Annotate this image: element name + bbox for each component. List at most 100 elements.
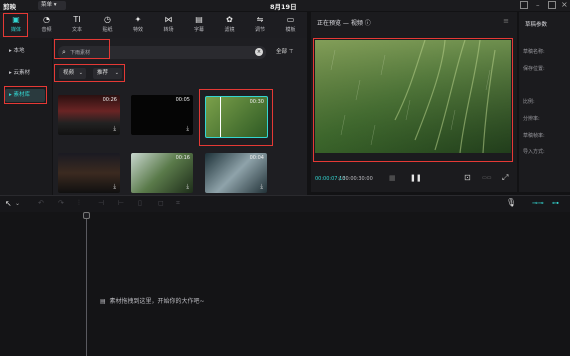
menu-button[interactable]: 菜单 ▾ [38, 1, 66, 10]
pause-icon[interactable]: ❚❚ [410, 174, 422, 182]
chevron-down-icon: ⌄ [114, 70, 119, 76]
tool-label: 转场 [163, 27, 174, 33]
split-icon[interactable]: ⫶ [78, 199, 80, 208]
search-input[interactable]: ⌕ 下雨素材 × [58, 46, 266, 59]
clip-duration: 00:16 [175, 155, 190, 161]
text-icon: TI [73, 15, 81, 24]
chevron-down-icon: ⌄ [78, 70, 83, 76]
split-left-icon[interactable]: ⊣ [98, 199, 104, 207]
timeline-hint: ▤ 素材拖拽到这里，开始你的大作吧~ [100, 298, 205, 305]
media-thumbnail[interactable]: 00:05 ⤓ [131, 95, 193, 135]
media-thumbnail[interactable]: 00:04 ⤓ [205, 153, 267, 193]
tool-label: 字幕 [193, 27, 204, 33]
tool-transition[interactable]: ⋈ 转场 [155, 12, 183, 38]
fullscreen-icon[interactable]: ⤢ [502, 173, 508, 183]
magnet-icon[interactable]: ⊶ [552, 199, 559, 207]
maximize-icon[interactable] [548, 1, 556, 9]
tool-label: 媒体 [10, 27, 21, 33]
download-icon[interactable]: ⤓ [113, 183, 116, 191]
delete-icon[interactable]: ▯ [138, 199, 142, 207]
search-text: 下雨素材 [70, 50, 91, 56]
param-label: 分辨率: [523, 116, 540, 122]
tool-template[interactable]: ▭ 模板 [277, 12, 305, 38]
player-title: 正在预览 — 视频 ⓘ [317, 20, 371, 27]
sidebar-item-cloud[interactable]: ▸ 云素材 [5, 67, 45, 80]
preview-video [315, 40, 511, 153]
tool-label: 贴纸 [102, 27, 113, 33]
tool-label: 音频 [41, 27, 52, 33]
sidebar-item-local[interactable]: ▸ 本地 [5, 45, 45, 58]
tool-adjust[interactable]: ⇋ 调节 [246, 12, 274, 38]
download-icon[interactable]: ⤓ [260, 183, 263, 191]
param-label: 比例: [523, 99, 535, 105]
effects-icon: ✦ [134, 15, 142, 24]
title-bar: 剪映 菜单 ▾ 8月19日 – × [0, 0, 570, 11]
params-title: 草稿参数 [525, 22, 548, 28]
clip-duration: 00:05 [175, 97, 190, 103]
captions-icon: ▤ [195, 15, 203, 24]
freeze-icon[interactable]: ◻ [158, 199, 164, 207]
filter-all-button[interactable]: 全部 ⊤ [272, 47, 302, 58]
clip-duration: 00:30 [249, 99, 264, 105]
tool-audio[interactable]: ◔ 音频 [33, 12, 61, 38]
media-thumbnail[interactable]: 00:30 [205, 96, 268, 138]
select-tool-icon[interactable]: ↖ [5, 199, 12, 208]
chevron-down-icon[interactable]: ⌄ [15, 200, 20, 207]
link-icon[interactable]: ⊸⊸ [532, 199, 544, 207]
sidebar-item-library[interactable]: ▸ 素材库 [5, 89, 45, 102]
media-sidebar: ▸ 本地 ▸ 云素材 ▸ 素材库 [0, 38, 52, 195]
download-icon[interactable]: ⤓ [186, 183, 189, 191]
sort-dropdown[interactable]: 推荐 ⌄ [93, 68, 122, 79]
import-icon: ▣ [12, 15, 20, 24]
fit-icon[interactable]: ⊡ [464, 173, 471, 182]
tool-captions[interactable]: ▤ 字幕 [185, 12, 213, 38]
media-thumbnail[interactable]: ⤓ [58, 153, 120, 193]
close-icon[interactable]: × [561, 0, 568, 9]
tool-label: 调节 [254, 27, 265, 33]
split-right-icon[interactable]: ⊢ [118, 199, 124, 207]
template-icon: ▭ [286, 15, 295, 24]
microphone-icon[interactable]: 🎙 [506, 198, 516, 207]
total-time: / 00:00:30:00 [339, 176, 373, 182]
tool-effects[interactable]: ✦ 特效 [124, 12, 152, 38]
clear-search-icon[interactable]: × [255, 48, 263, 56]
tool-label: 文本 [71, 27, 82, 33]
layout-icon[interactable] [520, 1, 528, 9]
type-dropdown[interactable]: 视频 ⌄ [59, 68, 86, 79]
tool-text[interactable]: TI 文本 [63, 12, 91, 38]
adjust-icon: ⇋ [256, 15, 264, 24]
resource-toolbar: ▣ 媒体 ◔ 音频 TI 文本 ◷ 贴纸 ✦ 特效 ⋈ 转场 ▤ 字幕 ✿ 滤镜 ⇋ 调节 ▭ 模板 [0, 12, 307, 38]
menu-icon[interactable]: ≡ [503, 17, 509, 25]
playhead-handle[interactable] [83, 212, 90, 219]
audio-icon: ◔ [43, 15, 50, 24]
media-thumbnail[interactable]: 00:16 ⤓ [131, 153, 193, 193]
film-icon: ▤ [100, 298, 106, 305]
tool-import[interactable]: ▣ 媒体 [2, 12, 30, 38]
tool-label: 特效 [132, 27, 143, 33]
media-thumbnail[interactable]: 00:26 ⤓ [58, 95, 120, 135]
timeline-toolbar: ↖ ⌄ ↶ ↷ ⫶ ⊣ ⊢ ▯ ◻ ⌗ 🎙 ⊸⊸ ⊶ [0, 195, 570, 212]
redo-icon[interactable]: ↷ [58, 199, 64, 207]
timecode-icon: ▦ [389, 174, 396, 182]
ratio-icon[interactable]: ▭▭ [482, 175, 491, 181]
param-label: 草稿名称: [523, 49, 545, 55]
crop-icon[interactable]: ⌗ [176, 199, 180, 208]
app-logo: 剪映 [3, 3, 16, 11]
search-icon: ⌕ [62, 48, 66, 56]
tool-sticker[interactable]: ◷ 贴纸 [94, 12, 122, 38]
download-icon[interactable]: ⤓ [113, 125, 116, 133]
param-label: 草稿帧率: [523, 133, 545, 139]
tool-filter[interactable]: ✿ 滤镜 [216, 12, 244, 38]
tool-label: 模板 [285, 27, 296, 33]
minimize-icon[interactable]: – [536, 1, 540, 9]
filter-icon: ✿ [226, 15, 233, 24]
undo-icon[interactable]: ↶ [38, 199, 44, 207]
transition-icon: ⋈ [164, 15, 173, 24]
scrub-line [220, 97, 221, 137]
param-label: 保存位置: [523, 66, 545, 72]
clip-duration: 00:26 [102, 97, 117, 103]
clip-duration: 00:04 [249, 155, 264, 161]
tool-label: 滤镜 [224, 27, 235, 33]
param-label: 导入方式: [523, 149, 545, 155]
download-icon[interactable]: ⤓ [186, 125, 189, 133]
